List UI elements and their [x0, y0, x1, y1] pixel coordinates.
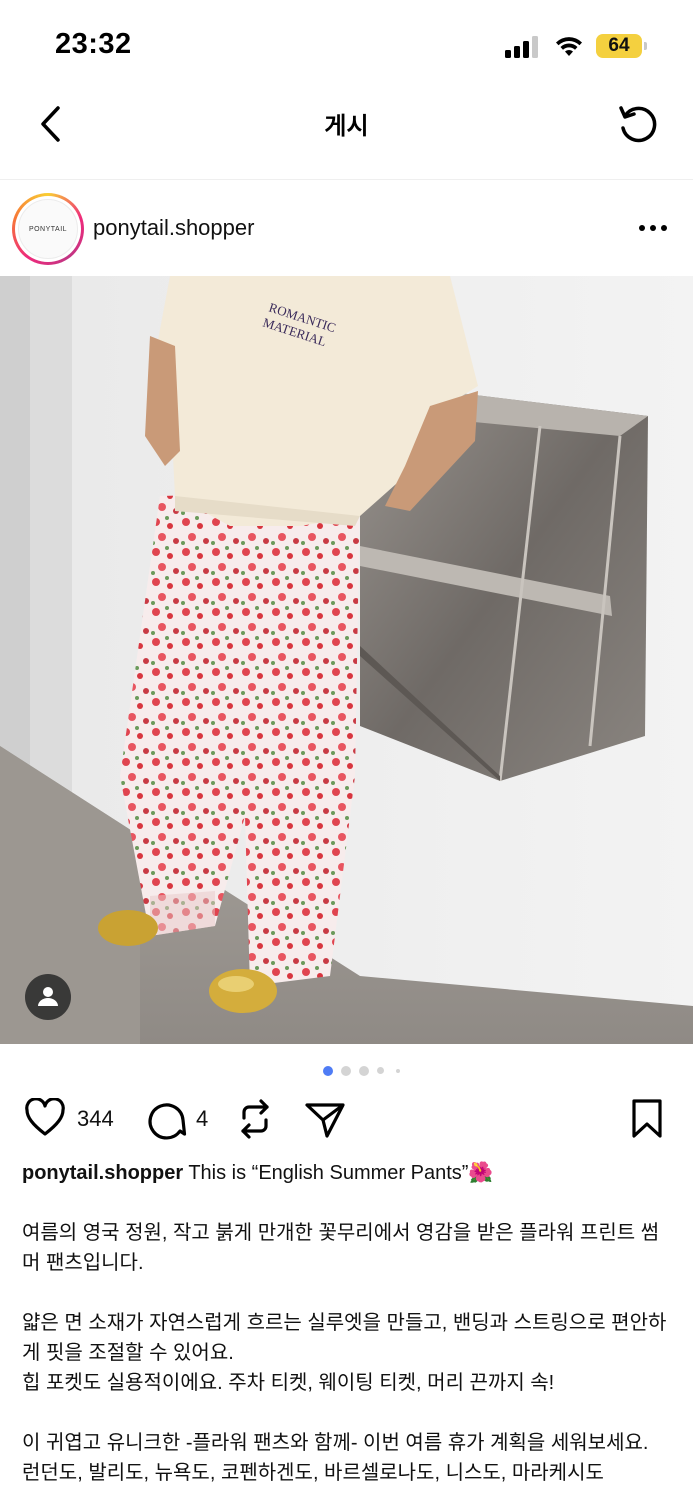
- caption-title: This is “English Summer Pants”🌺: [188, 1162, 494, 1184]
- battery-indicator: 64: [596, 34, 648, 58]
- wifi-icon: [556, 37, 582, 56]
- caption-line: 런던도, 발리도, 뉴욕도, 코펜하겐도, 바르셀로나도, 니스도, 마라케시도: [22, 1462, 604, 1484]
- avatar[interactable]: PONYTAIL: [12, 193, 84, 265]
- person-icon: [38, 987, 58, 1006]
- caption-line: 힙 포켓도 실용적이에요. 주차 티켓, 웨이팅 티켓, 머리 끈까지 속!: [22, 1372, 555, 1394]
- post-actions: 344 4: [0, 1094, 693, 1144]
- heart-icon[interactable]: [24, 1098, 66, 1138]
- product-photo: ROMANTIC MATERIAL: [0, 276, 693, 1044]
- battery-level: 64: [608, 35, 630, 56]
- bookmark-icon[interactable]: [630, 1098, 664, 1140]
- status-time: 23:32: [55, 28, 132, 60]
- carousel-dot-4: [377, 1067, 384, 1074]
- post-image[interactable]: ROMANTIC MATERIAL: [0, 276, 693, 1044]
- carousel-dot-5: [396, 1069, 400, 1073]
- caption-line: 여름의 영국 정원, 작고 붉게 만개한 꽃무리에서 영감을 받은 플라워 프린…: [22, 1222, 660, 1274]
- post-header: PONYTAIL ponytail.shopper: [0, 181, 693, 276]
- post-caption: ponytail.shopper This is “English Summer…: [22, 1158, 672, 1488]
- carousel-indicator: [0, 1064, 693, 1076]
- caption-line: 이 귀엽고 유니크한 -플라워 팬츠와 함께- 이번 여름 휴가 계획을 세워보…: [22, 1432, 649, 1454]
- comment-icon[interactable]: [145, 1098, 187, 1140]
- nav-bar: 게시: [0, 92, 693, 180]
- caption-line: 얇은 면 소재가 자연스럽게 흐르는 실루엣을 만들고, 밴딩과 스트링으로 편…: [22, 1312, 667, 1364]
- battery-tip: [644, 42, 647, 50]
- comment-count[interactable]: 4: [196, 1106, 208, 1132]
- carousel-dot-1: [323, 1066, 333, 1076]
- repost-icon[interactable]: [236, 1098, 274, 1140]
- carousel-dot-3: [359, 1066, 369, 1076]
- avatar-border: PONYTAIL: [15, 196, 81, 262]
- refresh-icon[interactable]: [616, 102, 662, 146]
- post-username[interactable]: ponytail.shopper: [93, 215, 254, 241]
- more-horizontal-icon[interactable]: [638, 223, 668, 233]
- caption-username[interactable]: ponytail.shopper: [22, 1162, 183, 1184]
- carousel-dot-2: [341, 1066, 351, 1076]
- tagged-people-button[interactable]: [25, 974, 71, 1020]
- share-icon[interactable]: [304, 1100, 346, 1140]
- status-bar: 23:32 64: [0, 0, 693, 92]
- like-count[interactable]: 344: [77, 1106, 114, 1132]
- avatar-logo: PONYTAIL: [18, 199, 78, 259]
- cellular-signal-icon: [505, 36, 538, 58]
- page-title: 게시: [324, 113, 369, 140]
